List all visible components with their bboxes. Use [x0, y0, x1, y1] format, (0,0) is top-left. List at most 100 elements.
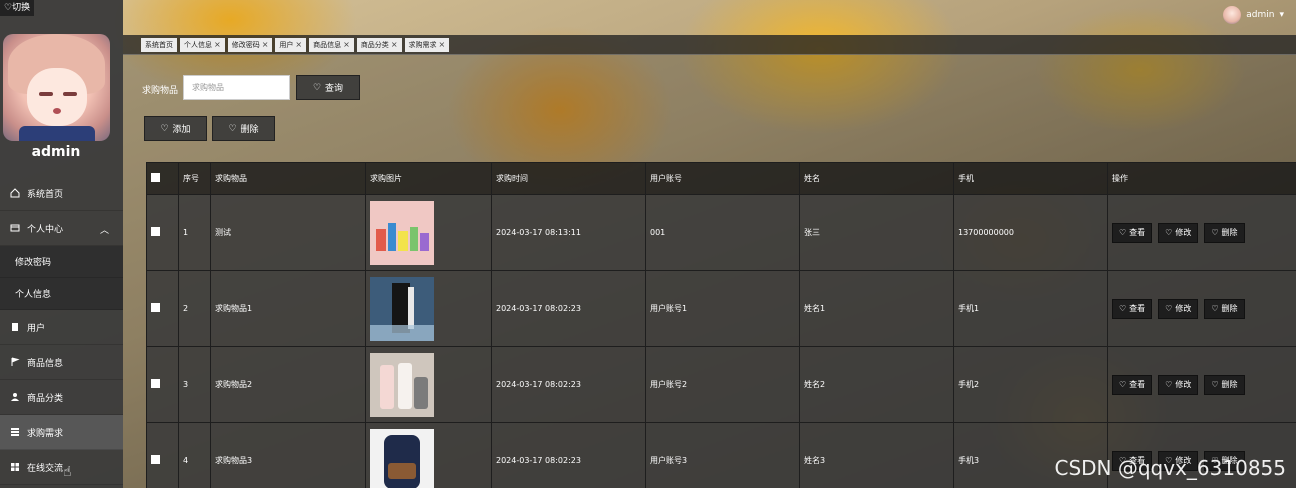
sidebar-item-label: 商品分类 — [27, 393, 64, 404]
user-menu[interactable]: admin ▾ — [1223, 6, 1284, 24]
cell-time: 2024-03-17 08:02:23 — [491, 270, 646, 347]
sidebar-item-product-category[interactable]: 商品分类 — [0, 380, 123, 415]
sidebar-item-label: 个人信息 — [15, 290, 52, 300]
bulk-delete-button[interactable]: ♡ 删除 — [212, 116, 275, 141]
tab-product-category[interactable]: 商品分类 × — [356, 37, 402, 52]
delete-button[interactable]: ♡ 删除 — [1204, 298, 1245, 319]
sidebar-item-label: 个人中心 — [27, 224, 64, 235]
table-row: 2 求购物品1 2024-03-17 08:02:23 用户账号1 姓名1 手机… — [146, 270, 1296, 347]
close-icon[interactable]: × — [391, 38, 398, 52]
cell-no: 1 — [178, 194, 211, 271]
sidebar-item-personal-center[interactable]: 个人中心 ︿ — [0, 211, 123, 246]
close-icon[interactable]: × — [295, 38, 302, 52]
tab-change-password[interactable]: 修改密码 × — [227, 37, 273, 52]
sidebar-item-label: 系统首页 — [27, 189, 64, 200]
cell-time: 2024-03-17 08:02:23 — [491, 422, 646, 488]
sidebar-item-product-info[interactable]: 商品信息 — [0, 345, 123, 380]
heart-icon: ♡ — [160, 123, 169, 134]
cell-name: 姓名1 — [799, 270, 954, 347]
product-image[interactable] — [370, 428, 434, 488]
product-image[interactable] — [370, 352, 434, 417]
cell-account: 用户账号2 — [645, 346, 800, 423]
sidebar-item-online-chat[interactable]: 在线交流 — [0, 450, 123, 485]
sidebar-item-label: 修改密码 — [15, 258, 52, 268]
flag-icon — [9, 356, 21, 368]
heart-icon: ♡ — [1119, 228, 1127, 237]
add-button[interactable]: ♡ 添加 — [144, 116, 207, 141]
button-label: 删除 — [1221, 228, 1238, 237]
mouse-cursor-icon: ☝ — [63, 464, 72, 480]
caret-down-icon: ▾ — [1279, 10, 1284, 20]
switch-button[interactable]: ♡切换 — [0, 0, 35, 16]
table-row: 1 测试 2024-03-17 08:13:11 001 张三 13700000… — [146, 194, 1296, 271]
sidebar-item-label: 用户 — [27, 323, 46, 334]
row-checkbox[interactable] — [151, 227, 160, 236]
close-icon[interactable]: × — [214, 38, 221, 52]
edit-button[interactable]: ♡ 修改 — [1158, 298, 1199, 319]
select-all-cell — [146, 162, 179, 195]
grid-icon — [9, 426, 21, 438]
query-button[interactable]: ♡ 查询 — [296, 75, 360, 100]
cell-item: 求购物品2 — [210, 346, 366, 423]
column-header: 操作 — [1107, 162, 1296, 195]
cell-time: 2024-03-17 08:13:11 — [491, 194, 646, 271]
heart-icon: ♡ — [1211, 228, 1219, 237]
row-checkbox[interactable] — [151, 303, 160, 312]
column-header: 求购图片 — [365, 162, 492, 195]
column-header: 求购物品 — [210, 162, 366, 195]
view-button[interactable]: ♡ 查看 — [1112, 374, 1153, 395]
cell-item: 求购物品3 — [210, 422, 366, 488]
delete-button[interactable]: ♡ 删除 — [1204, 222, 1245, 243]
sidebar-item-label: 在线交流 — [27, 463, 64, 474]
heart-icon: ♡ — [1165, 304, 1173, 313]
row-checkbox[interactable] — [151, 379, 160, 388]
sidebar-item-label: 商品信息 — [27, 358, 64, 369]
tab-purchase-demand[interactable]: 求购需求 × — [404, 37, 450, 52]
tab-label: 个人信息 — [184, 40, 212, 49]
cell-no: 2 — [178, 270, 211, 347]
heart-icon: ♡ — [1211, 380, 1219, 389]
button-label: 修改 — [1175, 228, 1192, 237]
tab-label: 求购需求 — [408, 40, 437, 49]
search-input[interactable]: 求购物品 — [183, 75, 290, 100]
close-icon[interactable]: × — [439, 38, 446, 52]
tab-personal-info[interactable]: 个人信息 × — [180, 37, 225, 52]
edit-button[interactable]: ♡ 修改 — [1158, 222, 1199, 243]
cell-name: 姓名3 — [799, 422, 954, 488]
product-image[interactable] — [370, 276, 434, 341]
cell-name: 姓名2 — [799, 346, 954, 423]
sidebar-item-purchase-demand[interactable]: 求购需求 — [0, 415, 123, 450]
edit-button[interactable]: ♡ 修改 — [1158, 374, 1199, 395]
close-icon[interactable]: × — [343, 38, 350, 52]
delete-button[interactable]: ♡ 删除 — [1204, 374, 1245, 395]
sidebar-item-users[interactable]: 用户 — [0, 310, 123, 345]
clipboard-icon — [9, 321, 21, 333]
sidebar-item-personal-info[interactable]: 个人信息 — [0, 278, 123, 310]
product-image[interactable] — [370, 200, 434, 265]
cell-name: 张三 — [799, 194, 954, 271]
button-label: 查看 — [1129, 380, 1146, 389]
sidebar-item-home[interactable]: 系统首页 — [0, 176, 123, 211]
view-button[interactable]: ♡ 查看 — [1112, 298, 1153, 319]
sidebar-menu: 系统首页 个人中心 ︿ 修改密码 个人信息 用户 商品信息 商品分类 求购需求 … — [0, 176, 123, 485]
home-icon — [9, 187, 21, 199]
row-checkbox[interactable] — [151, 455, 160, 464]
tab-product-info[interactable]: 商品信息 × — [309, 37, 354, 52]
heart-icon: ♡ — [1165, 228, 1173, 237]
tabs-bar: 系统首页 个人信息 × 修改密码 × 用户 × 商品信息 × 商品分类 × 求购需求 × — [123, 35, 1296, 55]
sidebar-item-label: 求购需求 — [27, 428, 64, 439]
tab-users[interactable]: 用户 × — [275, 37, 307, 52]
watermark: CSDN @qqvx_6310855 — [1054, 456, 1286, 480]
tab-label: 商品分类 — [360, 40, 389, 49]
avatar — [3, 34, 110, 141]
heart-icon: ♡ — [312, 82, 322, 93]
button-label: 查看 — [1129, 304, 1146, 313]
tab-home[interactable]: 系统首页 — [141, 37, 177, 52]
view-button[interactable]: ♡ 查看 — [1112, 222, 1153, 243]
button-label: 查看 — [1129, 228, 1146, 237]
select-all-checkbox[interactable] — [151, 173, 160, 182]
sidebar-item-change-password[interactable]: 修改密码 — [0, 246, 123, 278]
column-header: 序号 — [178, 162, 211, 195]
close-icon[interactable]: × — [262, 38, 269, 52]
cell-phone: 手机2 — [953, 346, 1108, 423]
